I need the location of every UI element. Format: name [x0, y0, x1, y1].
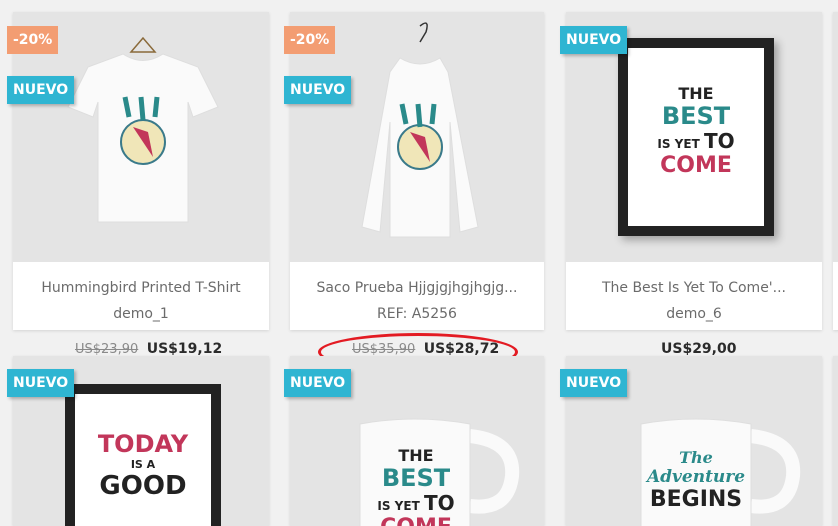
poster-text: THE: [678, 84, 714, 103]
product-reference: demo_6: [666, 306, 722, 322]
poster-text: IS A: [130, 458, 156, 471]
poster-text: TO: [703, 129, 735, 153]
new-badge: NUEVO: [7, 369, 75, 397]
regular-price: US$23,90: [75, 342, 139, 357]
new-badge: NUEVO: [7, 76, 75, 104]
poster-text: IS YET: [657, 137, 700, 151]
product-card-best-poster[interactable]: THE BEST IS YET TO COME The Best Is Yet …: [566, 12, 822, 330]
product-card-tshirt[interactable]: Hummingbird Printed T-Shirt demo_1: [13, 12, 269, 330]
product-price: US$29,00: [661, 341, 736, 357]
mug-text: IS YET: [377, 499, 420, 513]
poster-text: GOOD: [99, 471, 187, 501]
product-reference: REF: A5256: [377, 306, 457, 322]
new-badge: NUEVO: [560, 26, 628, 54]
current-price: US$19,12: [146, 341, 223, 357]
product-name[interactable]: Saco Prueba Hjjgjgjhgjhgjg...: [290, 280, 544, 296]
discount-badge: -20%: [7, 26, 59, 54]
discount-badge: -20%: [284, 26, 336, 54]
mug-text: Adventure: [646, 467, 746, 487]
mug-text: THE: [398, 446, 434, 465]
mug-text: COME: [366, 515, 466, 526]
product-name[interactable]: The Best Is Yet To Come'...: [566, 280, 822, 296]
mug-text: The: [679, 448, 713, 467]
new-badge: NUEVO: [284, 76, 352, 104]
mug-text: BEGINS: [649, 487, 743, 512]
poster-text: TODAY: [97, 430, 189, 458]
mug-text: BEST: [381, 464, 451, 492]
product-card-saco[interactable]: Saco Prueba Hjjgjgjhgjhgjg... REF: A5256: [290, 12, 544, 330]
current-price: US$29,00: [661, 341, 737, 357]
product-card-partial[interactable]: [833, 356, 838, 526]
product-price: US$23,90 US$19,12: [75, 341, 222, 357]
mug-text: TO: [423, 491, 455, 515]
product-name[interactable]: Hummingbird Printed T-Shirt: [13, 280, 269, 296]
poster-text: BEST: [661, 102, 731, 130]
new-badge: NUEVO: [560, 369, 628, 397]
poster-text: COME: [660, 153, 732, 178]
new-badge: NUEVO: [284, 369, 352, 397]
product-card-partial[interactable]: [833, 12, 838, 330]
product-reference: demo_1: [113, 306, 169, 322]
